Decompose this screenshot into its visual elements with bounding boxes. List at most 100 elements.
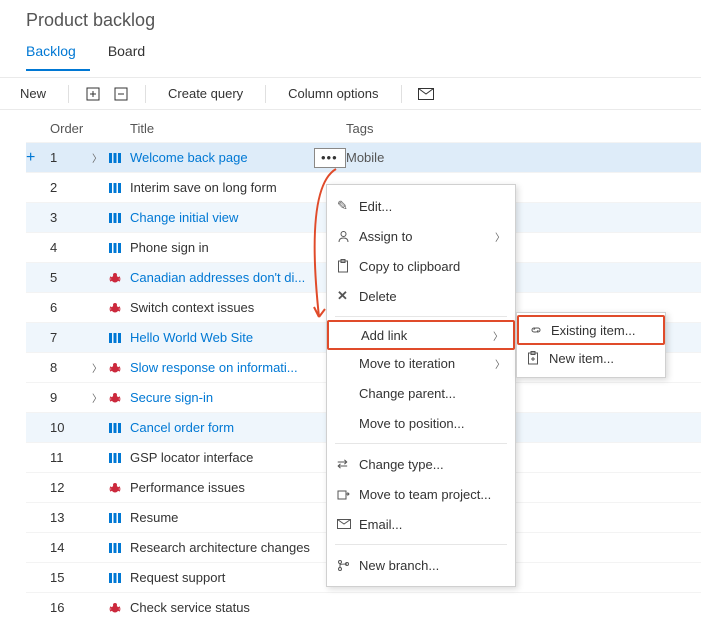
work-item-title[interactable]: GSP locator interface [130, 450, 314, 465]
order-cell: 13 [50, 510, 92, 525]
separator [145, 85, 146, 103]
branch-icon [337, 559, 359, 572]
toolbar: New Create query Column options [0, 77, 701, 110]
pbi-icon [108, 331, 130, 345]
add-child-icon[interactable]: + [26, 149, 35, 166]
pbi-icon [108, 211, 130, 225]
pencil-icon: ✎ [337, 198, 359, 214]
column-options-button[interactable]: Column options [280, 82, 386, 105]
bug-icon [108, 301, 130, 315]
order-cell: 8 [50, 360, 92, 375]
person-icon [337, 230, 359, 243]
work-item-title[interactable]: Secure sign-in [130, 390, 314, 405]
bug-icon [108, 361, 130, 375]
bug-icon [108, 601, 130, 615]
menu-change-parent[interactable]: Change parent... [327, 378, 515, 408]
page-title: Product backlog [0, 0, 701, 37]
order-cell: 11 [50, 450, 92, 465]
menu-new-branch[interactable]: New branch... [327, 550, 515, 580]
pbi-icon [108, 511, 130, 525]
work-item-title[interactable]: Research architecture changes [130, 540, 314, 555]
order-cell: 3 [50, 210, 92, 225]
order-cell: 6 [50, 300, 92, 315]
menu-add-link[interactable]: Add link〉 [327, 320, 515, 350]
create-query-button[interactable]: Create query [160, 82, 251, 105]
submenu-existing-item[interactable]: Existing item... [517, 315, 665, 345]
row-actions-button[interactable]: ••• [314, 148, 346, 168]
table-row[interactable]: 16 Check service status [26, 592, 701, 622]
separator [265, 85, 266, 103]
work-item-title[interactable]: Check service status [130, 600, 314, 615]
add-link-submenu: Existing item... New item... [516, 312, 666, 378]
change-type-icon: ⇄ [337, 456, 359, 472]
clipboard-icon [337, 259, 359, 273]
move-icon [337, 488, 359, 501]
order-cell: 2 [50, 180, 92, 195]
order-cell: 5 [50, 270, 92, 285]
chevron-right-icon[interactable]: 〉 [92, 364, 102, 375]
menu-change-type[interactable]: ⇄Change type... [327, 449, 515, 479]
new-button[interactable]: New [12, 82, 54, 105]
chevron-right-icon: 〉 [493, 328, 503, 343]
tab-bar: Backlog Board [0, 37, 701, 71]
work-item-title[interactable]: Cancel order form [130, 420, 314, 435]
menu-divider [335, 316, 507, 317]
add-icon[interactable] [83, 84, 103, 104]
chevron-right-icon[interactable]: 〉 [92, 154, 102, 165]
bug-icon [108, 391, 130, 405]
delete-icon: ✕ [337, 288, 359, 304]
pbi-icon [108, 241, 130, 255]
bug-icon [108, 271, 130, 285]
menu-assign-to[interactable]: Assign to〉 [327, 221, 515, 251]
pbi-icon [108, 541, 130, 555]
menu-move-team[interactable]: Move to team project... [327, 479, 515, 509]
email-icon[interactable] [416, 84, 436, 104]
menu-divider [335, 544, 507, 545]
pbi-icon [108, 151, 130, 165]
work-item-title[interactable]: Switch context issues [130, 300, 314, 315]
order-cell: 15 [50, 570, 92, 585]
work-item-title[interactable]: Slow response on informati... [130, 360, 314, 375]
pbi-icon [108, 421, 130, 435]
work-item-title[interactable]: Interim save on long form [130, 180, 314, 195]
table-row[interactable]: +1〉Welcome back page•••Mobile [26, 142, 701, 172]
pbi-icon [108, 451, 130, 465]
submenu-new-item[interactable]: New item... [517, 343, 665, 373]
chevron-right-icon: 〉 [495, 229, 505, 244]
pbi-icon [108, 571, 130, 585]
menu-divider [335, 443, 507, 444]
chevron-right-icon: 〉 [495, 356, 505, 371]
email-icon [337, 519, 359, 529]
column-headers: Order Title Tags [26, 114, 701, 142]
menu-edit[interactable]: ✎Edit... [327, 191, 515, 221]
context-menu: ✎Edit... Assign to〉 Copy to clipboard ✕D… [326, 184, 516, 587]
work-item-title[interactable]: Request support [130, 570, 314, 585]
tags-cell: Mobile [346, 150, 701, 165]
menu-email[interactable]: Email... [327, 509, 515, 539]
work-item-title[interactable]: Hello World Web Site [130, 330, 314, 345]
remove-icon[interactable] [111, 84, 131, 104]
order-cell: 12 [50, 480, 92, 495]
work-item-title[interactable]: Change initial view [130, 210, 314, 225]
link-icon [529, 323, 551, 337]
separator [401, 85, 402, 103]
pbi-icon [108, 181, 130, 195]
menu-move-iteration[interactable]: Move to iteration〉 [327, 348, 515, 378]
col-tags[interactable]: Tags [346, 121, 701, 136]
order-cell: 4 [50, 240, 92, 255]
work-item-title[interactable]: Resume [130, 510, 314, 525]
order-cell: 16 [50, 600, 92, 615]
tab-backlog[interactable]: Backlog [26, 37, 90, 71]
work-item-title[interactable]: Welcome back page [130, 150, 314, 165]
menu-copy[interactable]: Copy to clipboard [327, 251, 515, 281]
order-cell: 7 [50, 330, 92, 345]
work-item-title[interactable]: Canadian addresses don't di... [130, 270, 314, 285]
menu-delete[interactable]: ✕Delete [327, 281, 515, 311]
col-title[interactable]: Title [130, 121, 314, 136]
tab-board[interactable]: Board [108, 37, 159, 71]
work-item-title[interactable]: Performance issues [130, 480, 314, 495]
chevron-right-icon[interactable]: 〉 [92, 394, 102, 405]
work-item-title[interactable]: Phone sign in [130, 240, 314, 255]
menu-move-position[interactable]: Move to position... [327, 408, 515, 438]
col-order[interactable]: Order [50, 121, 92, 136]
